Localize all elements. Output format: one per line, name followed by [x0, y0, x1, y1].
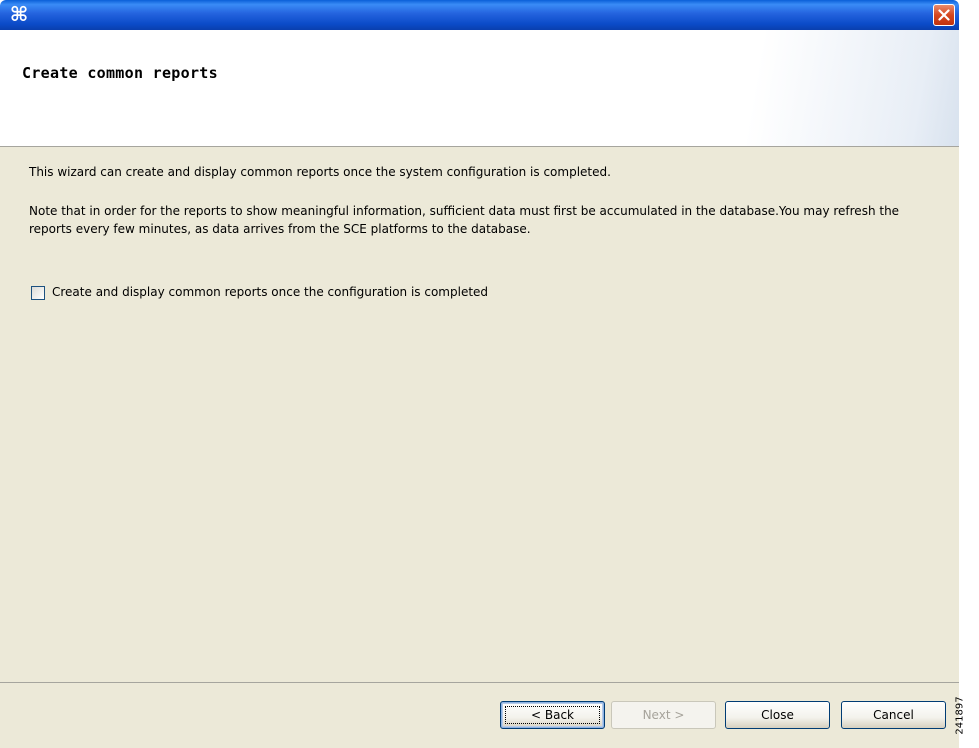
- wizard-content: This wizard can create and display commo…: [0, 147, 959, 683]
- figure-id: 241897: [955, 690, 979, 748]
- app-logo-icon: ⌘: [9, 2, 29, 26]
- next-button: Next >: [611, 701, 716, 729]
- next-button-label: Next >: [642, 708, 685, 722]
- button-bar: < Back Next > Close Cancel: [0, 683, 959, 748]
- wizard-window: ⌘ Create common reports This wizard can …: [0, 0, 959, 748]
- figure-id-text: 241897: [954, 696, 966, 735]
- cancel-button[interactable]: Cancel: [841, 701, 946, 729]
- wizard-banner: Create common reports: [0, 30, 959, 147]
- focus-ring: [505, 706, 600, 724]
- cancel-button-label: Cancel: [873, 708, 914, 722]
- close-window-button[interactable]: [933, 4, 955, 26]
- create-reports-checkbox[interactable]: [31, 286, 45, 300]
- create-reports-checkbox-label[interactable]: Create and display common reports once t…: [52, 285, 488, 299]
- title-bar[interactable]: ⌘: [0, 0, 959, 30]
- close-button[interactable]: Close: [725, 701, 830, 729]
- note-text: Note that in order for the reports to sh…: [29, 204, 900, 236]
- close-button-label: Close: [761, 708, 794, 722]
- back-button[interactable]: < Back: [500, 701, 605, 729]
- page-title: Create common reports: [22, 64, 218, 82]
- close-icon: [938, 9, 950, 21]
- description-text: This wizard can create and display commo…: [29, 165, 611, 179]
